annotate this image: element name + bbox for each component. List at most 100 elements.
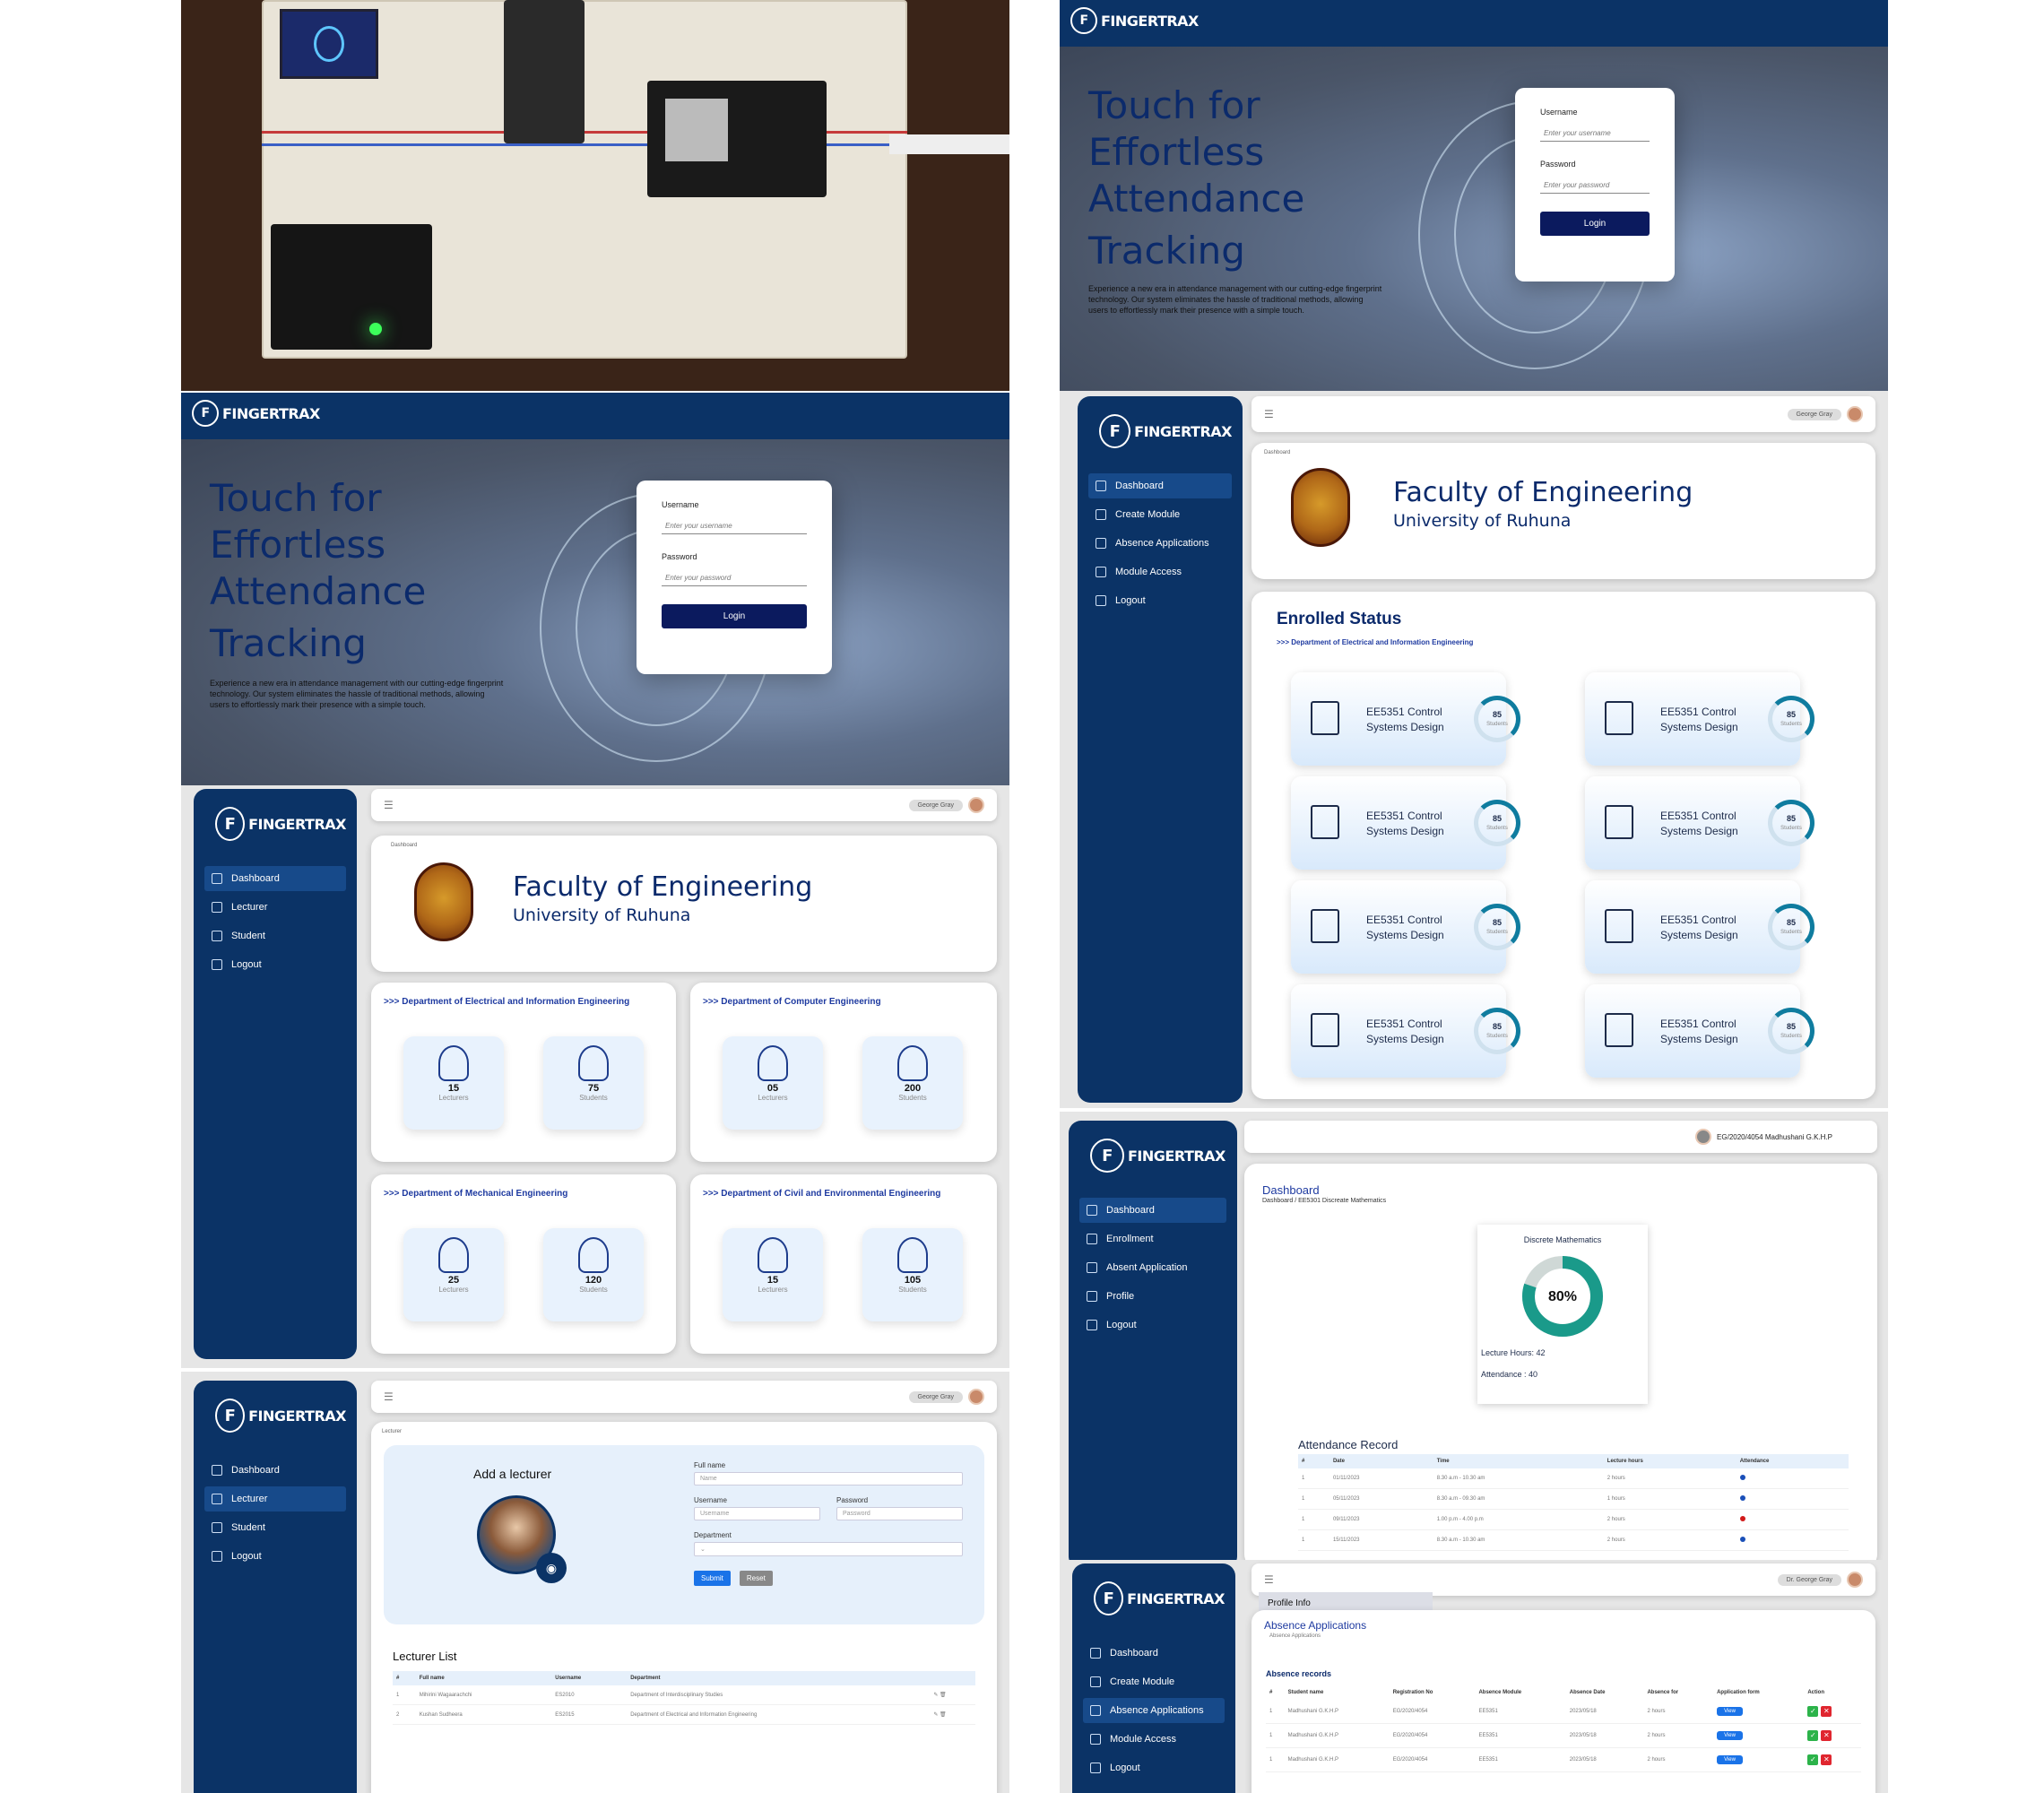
lecturer-icon (212, 1494, 222, 1504)
password-input[interactable]: Enter your password (1540, 178, 1650, 194)
brand-logo[interactable]: F FINGERTRAX (1094, 1581, 1225, 1615)
student-count-tile[interactable]: 120 Students (543, 1228, 644, 1321)
login-button[interactable]: Login (662, 604, 807, 628)
lecturer-count-tile[interactable]: 05 Lecturers (723, 1036, 823, 1130)
reject-icon[interactable]: ✕ (1821, 1706, 1832, 1717)
brand-name: FINGERTRAX (1127, 1589, 1225, 1607)
sidebar-item-enrollment[interactable]: Enrollment (1079, 1226, 1226, 1252)
department-select[interactable]: ⌄ (694, 1542, 963, 1556)
sidebar-item-student[interactable]: Student (204, 923, 346, 948)
reject-icon[interactable]: ✕ (1821, 1730, 1832, 1741)
sidebar-item-dashboard[interactable]: Dashboard (1083, 1641, 1225, 1666)
brand-logo[interactable]: F FINGERTRAX (192, 400, 999, 427)
delete-icon[interactable]: 🗑 (940, 1693, 947, 1698)
sidebar-item-dashboard[interactable]: Dashboard (1088, 473, 1232, 498)
sidebar-item-logout[interactable]: Logout (204, 1544, 346, 1569)
menu-icon[interactable]: ☰ (384, 799, 394, 811)
sidebar-item-lecturer[interactable]: Lecturer (204, 895, 346, 920)
brand-logo[interactable]: F FINGERTRAX (1070, 7, 1877, 34)
sidebar-item-student[interactable]: Student (204, 1515, 346, 1540)
user-menu[interactable]: George Gray (908, 797, 984, 813)
login-button[interactable]: Login (1540, 212, 1650, 236)
student-count-tile[interactable]: 75 Students (543, 1036, 644, 1130)
sidebar-item-label: Dashboard (1106, 1205, 1155, 1216)
sidebar-item-logout[interactable]: Logout (1079, 1312, 1226, 1338)
module-card[interactable]: EE5351 Control Systems Design 85 Students (1291, 672, 1520, 766)
username-input[interactable]: Username (694, 1507, 820, 1520)
edit-icon[interactable]: ✎ (933, 1693, 938, 1698)
reject-icon[interactable]: ✕ (1821, 1754, 1832, 1765)
student-count-tile[interactable]: 200 Students (862, 1036, 963, 1130)
sidebar-item-lecturer[interactable]: Lecturer (204, 1486, 346, 1511)
brand-logo[interactable]: F FINGERTRAX (1099, 414, 1232, 448)
oled-display (280, 9, 378, 79)
column-header: Time (1433, 1454, 1604, 1468)
sidebar-item-absence-applications[interactable]: Absence Applications (1088, 531, 1232, 556)
department-title: >>> Department of Electrical and Informa… (1277, 638, 1474, 646)
menu-icon[interactable]: ☰ (1264, 408, 1274, 420)
lecturer-count-tile[interactable]: 25 Lecturers (403, 1228, 504, 1321)
sidebar-item-create-module[interactable]: Create Module (1083, 1669, 1225, 1694)
module-card[interactable]: EE5351 Control Systems Design 85 Students (1291, 984, 1520, 1078)
university-name: University of Ruhuna (513, 905, 691, 925)
module-card[interactable]: EE5351 Control Systems Design 85 Students (1291, 880, 1520, 974)
approve-icon[interactable]: ✓ (1807, 1754, 1819, 1765)
submit-button[interactable]: Submit (694, 1571, 731, 1586)
sidebar-item-create-module[interactable]: Create Module (1088, 502, 1232, 527)
sidebar-item-logout[interactable]: Logout (204, 952, 346, 977)
edit-icon[interactable]: ✎ (933, 1712, 938, 1718)
password-label: Password (1540, 160, 1576, 169)
sidebar-item-absent-application[interactable]: Absent Application (1079, 1255, 1226, 1280)
sidebar-item-logout[interactable]: Logout (1083, 1755, 1225, 1780)
brand-logo[interactable]: F FINGERTRAX (215, 807, 346, 841)
view-button[interactable]: View (1717, 1707, 1743, 1716)
menu-icon[interactable]: ☰ (1264, 1573, 1274, 1586)
user-menu[interactable]: George Gray (1787, 406, 1863, 422)
fingerprint-logo-icon: F (192, 400, 219, 427)
lecturer-icon (438, 1045, 469, 1081)
lecturer-count-tile[interactable]: 15 Lecturers (723, 1228, 823, 1321)
view-button[interactable]: View (1717, 1731, 1743, 1740)
lecturer-icon (758, 1045, 788, 1081)
approve-icon[interactable]: ✓ (1807, 1730, 1819, 1741)
sidebar-item-profile[interactable]: Profile (1079, 1284, 1226, 1309)
lecturer-count-tile[interactable]: 15 Lecturers (403, 1036, 504, 1130)
sidebar-item-label: Dashboard (231, 873, 280, 884)
module-card[interactable]: EE5351 Control Systems Design 85 Students (1585, 984, 1814, 1078)
password-input[interactable]: Enter your password (662, 570, 807, 586)
sidebar-item-module-access[interactable]: Module Access (1088, 559, 1232, 585)
dashboard-icon (212, 1465, 222, 1476)
enrollment-gauge (1768, 1008, 1814, 1054)
module-card[interactable]: EE5351 Control Systems Design 85 Students (1585, 880, 1814, 974)
user-menu[interactable]: EG/2020/4054 Madhushani G.K.H.P (1695, 1129, 1832, 1145)
delete-icon[interactable]: 🗑 (940, 1712, 947, 1718)
sidebar-item-absence-applications[interactable]: Absence Applications (1083, 1698, 1225, 1723)
menu-icon[interactable]: ☰ (384, 1390, 394, 1403)
module-card[interactable]: EE5351 Control Systems Design 85 Students (1291, 776, 1520, 870)
column-header: Absence Module (1475, 1685, 1566, 1700)
module-card[interactable]: EE5351 Control Systems Design 85 Students (1585, 672, 1814, 766)
sidebar-item-logout[interactable]: Logout (1088, 588, 1232, 613)
column-header: Department (627, 1671, 931, 1685)
approve-icon[interactable]: ✓ (1807, 1706, 1819, 1717)
username-input[interactable]: Enter your username (1540, 126, 1650, 142)
sidebar-item-dashboard[interactable]: Dashboard (1079, 1198, 1226, 1223)
faculty-card: Dashboard Faculty of Engineering Univers… (1252, 443, 1875, 579)
module-card[interactable]: EE5351 Control Systems Design 85 Students (1585, 776, 1814, 870)
top-bar: ☰ George Gray (1252, 396, 1875, 432)
sidebar-item-dashboard[interactable]: Dashboard (204, 866, 346, 891)
username-input[interactable]: Enter your username (662, 518, 807, 534)
reset-button[interactable]: Reset (739, 1571, 773, 1586)
sidebar-item-dashboard[interactable]: Dashboard (204, 1458, 346, 1483)
student-count-tile[interactable]: 105 Students (862, 1228, 963, 1321)
user-menu[interactable]: Dr. George Gray (1777, 1572, 1863, 1588)
brand-logo[interactable]: F FINGERTRAX (1090, 1139, 1226, 1173)
sidebar-item-module-access[interactable]: Module Access (1083, 1727, 1225, 1752)
full-name-input[interactable]: Name (694, 1472, 963, 1486)
password-input[interactable]: Password (836, 1507, 963, 1520)
camera-icon[interactable]: ◉ (536, 1553, 567, 1583)
view-button[interactable]: View (1717, 1755, 1743, 1764)
brand-logo[interactable]: F FINGERTRAX (215, 1399, 346, 1433)
fingerprint-icon (314, 26, 344, 62)
user-menu[interactable]: George Gray (908, 1389, 984, 1405)
